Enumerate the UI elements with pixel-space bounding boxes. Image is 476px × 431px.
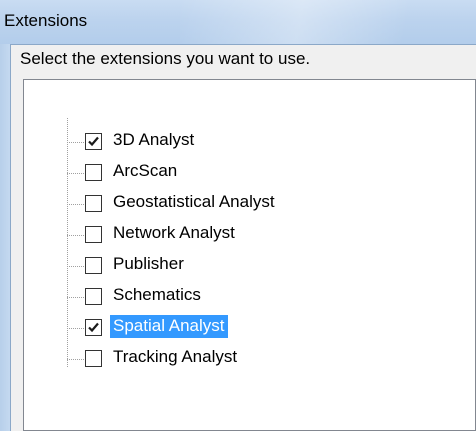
extension-row-network-analyst[interactable]: Network Analyst — [67, 220, 467, 251]
title-bar[interactable]: Extensions — [0, 0, 476, 44]
extension-checkbox-schematics[interactable] — [85, 288, 102, 305]
extension-label-geostatistical-analyst[interactable]: Geostatistical Analyst — [110, 191, 278, 214]
extension-label-publisher[interactable]: Publisher — [110, 253, 187, 276]
extension-label-spatial-analyst[interactable]: Spatial Analyst — [110, 315, 228, 338]
extension-checkbox-network-analyst[interactable] — [85, 226, 102, 243]
extensions-dialog: Extensions Select the extensions you wan… — [0, 0, 476, 431]
extension-row-publisher[interactable]: Publisher — [67, 251, 467, 282]
extension-label-schematics[interactable]: Schematics — [110, 284, 204, 307]
instruction-label: Select the extensions you want to use. — [20, 49, 311, 68]
extension-label-3d-analyst[interactable]: 3D Analyst — [110, 129, 197, 152]
tree-branch — [67, 328, 84, 329]
tree-branch — [67, 204, 84, 205]
extension-checkbox-geostatistical-analyst[interactable] — [85, 195, 102, 212]
tree-branch — [67, 266, 84, 267]
extension-row-arcscan[interactable]: ArcScan — [67, 158, 467, 189]
extension-label-tracking-analyst[interactable]: Tracking Analyst — [110, 346, 240, 369]
extension-checkbox-tracking-analyst[interactable] — [85, 350, 102, 367]
extension-row-tracking-analyst[interactable]: Tracking Analyst — [67, 344, 467, 375]
extension-label-arcscan[interactable]: ArcScan — [110, 160, 180, 183]
extension-row-schematics[interactable]: Schematics — [67, 282, 467, 313]
tree-branch — [67, 235, 84, 236]
tree-branch — [67, 359, 84, 360]
extension-checkbox-spatial-analyst[interactable] — [85, 319, 102, 336]
extension-checkbox-3d-analyst[interactable] — [85, 133, 102, 150]
extension-checkbox-publisher[interactable] — [85, 257, 102, 274]
extension-row-3d-analyst[interactable]: 3D Analyst — [67, 127, 467, 158]
window-frame-left — [0, 44, 10, 431]
checkmark-icon — [88, 136, 99, 147]
checkmark-icon — [88, 322, 99, 333]
title-bar-sheen — [180, 0, 476, 44]
extension-row-geostatistical-analyst[interactable]: Geostatistical Analyst — [67, 189, 467, 220]
extension-label-network-analyst[interactable]: Network Analyst — [110, 222, 238, 245]
tree-branch — [67, 173, 84, 174]
tree-branch — [67, 297, 84, 298]
extension-checkbox-arcscan[interactable] — [85, 164, 102, 181]
extension-row-spatial-analyst[interactable]: Spatial Analyst — [67, 313, 467, 344]
window-title: Extensions — [4, 11, 88, 30]
tree-branch — [67, 142, 84, 143]
